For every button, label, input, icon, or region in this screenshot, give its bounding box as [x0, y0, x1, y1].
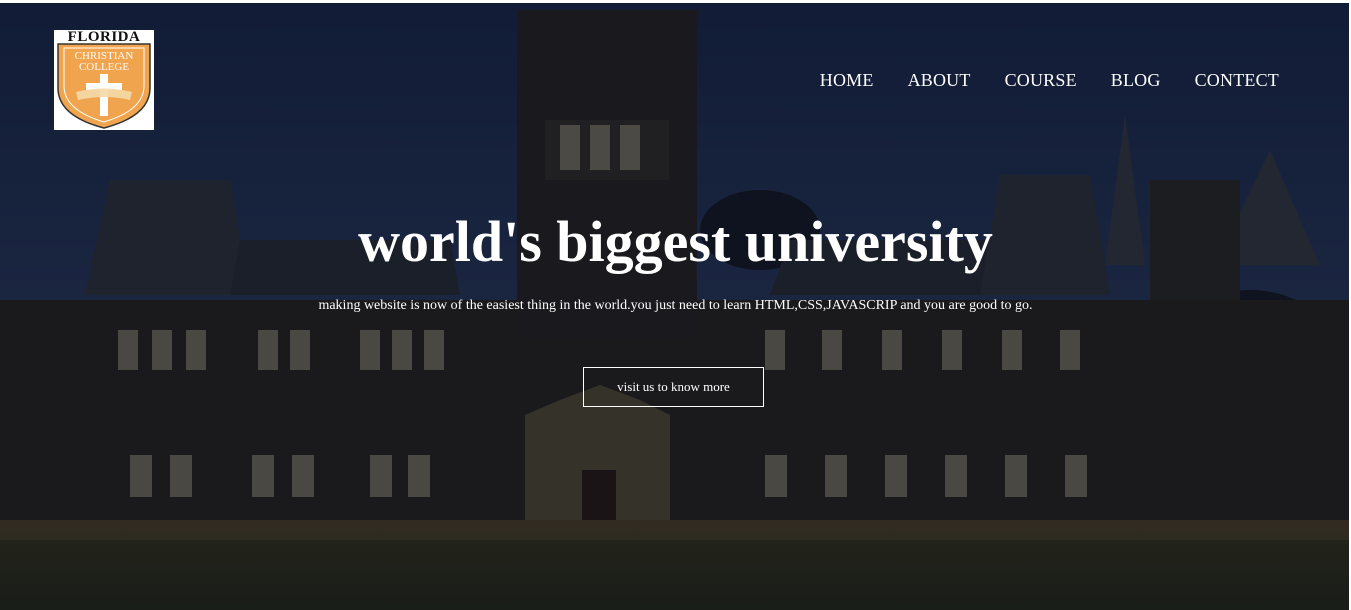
nav-contect[interactable]: CONTECT — [1195, 70, 1279, 91]
nav-blog[interactable]: BLOG — [1111, 70, 1161, 91]
visit-us-button[interactable]: visit us to know more — [583, 367, 764, 407]
cross-shield-icon: CHRISTIAN COLLEGE — [57, 43, 151, 129]
nav-home[interactable]: HOME — [820, 70, 874, 91]
logo-college-text: COLLEGE — [79, 61, 129, 73]
nav-course[interactable]: COURSE — [1005, 70, 1077, 91]
hero-section: FLORIDA CHRISTIAN COLLEGE HOME ABOUT COU… — [0, 0, 1351, 610]
college-logo[interactable]: FLORIDA CHRISTIAN COLLEGE — [54, 30, 154, 130]
main-nav: HOME ABOUT COURSE BLOG CONTECT — [820, 70, 1279, 91]
nav-about[interactable]: ABOUT — [908, 70, 971, 91]
hero-title: world's biggest university — [358, 209, 993, 274]
hero-subtitle: making website is now of the easiest thi… — [318, 298, 1033, 313]
top-border — [0, 0, 1351, 3]
